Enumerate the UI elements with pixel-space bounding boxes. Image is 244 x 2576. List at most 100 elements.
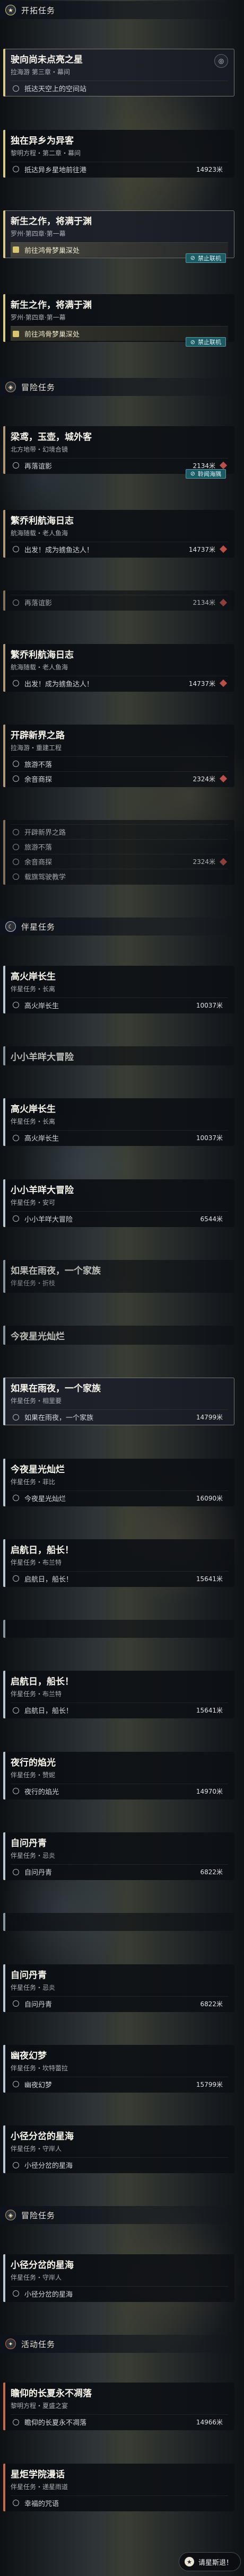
objective-bullet-icon (13, 858, 19, 865)
quest-objective[interactable]: 启航日，船长！ 15641米 (11, 1571, 228, 1586)
objective-distance: 14966米 (196, 2419, 223, 2427)
quest-title: 新生之作，将满于渊 (11, 300, 92, 311)
quest-objective[interactable]: 载旗驾驶教学 (11, 869, 228, 884)
quest-type-bar (3, 426, 5, 474)
quest-objective[interactable]: 抵达异乡星地前往港 14923米 (11, 161, 228, 177)
quest-objective[interactable]: 抵达天空上的空间站 (11, 81, 228, 95)
quest-subtitle: 航海随载・老人鱼海 (11, 663, 68, 671)
quest-list: ★ 开拓任务 驶向尚未点亮之星 拉海游 第三章・幕间 ◎ 抵达天空上的空间站 独在异乡为异客… (0, 0, 244, 2544)
quest-card[interactable]: 独在异乡为异客 黎明方程・第二章・幕间 抵达异乡星地前往港 14923米 (3, 129, 234, 178)
quest-objective[interactable]: 小径分岔的星海 (11, 2157, 228, 2172)
section-header[interactable]: ✦ 活动任务 (0, 2335, 244, 2353)
quest-card[interactable]: 小小羊咩大冒险 (3, 1046, 234, 1065)
quest-card[interactable]: 今夜星光灿烂 (3, 1326, 234, 1345)
quest-objective[interactable]: 小小羊咩大冒险 6544米 (11, 1211, 228, 1226)
quest-subtitle: 罗州·第四章·第一幕 (11, 230, 66, 237)
nav-trailblaze-button[interactable]: ★ 请星斯退！ (178, 2552, 241, 2571)
objective-distance: 15641米 (196, 1707, 223, 1715)
quest-title: 独在异乡为异客 (11, 135, 74, 146)
quest-objective[interactable]: 高火岸长生 10037米 (11, 1130, 228, 1145)
quest-card[interactable]: 如果在雨夜，一个家族 伴星任务・相里要 如果在雨夜，一个家族 14799米 (3, 1378, 234, 1426)
quest-card[interactable]: 如果在雨夜，一个家族 伴星任务・折枝 (3, 1259, 234, 1293)
quest-objective[interactable]: 幽夜幻梦 15799米 (11, 2076, 228, 2092)
objective-distance: 14799米 (196, 1414, 223, 1422)
objective-text: 开辟新界之路 (24, 829, 66, 837)
quest-subtitle: 伴星任务・布兰特 (11, 1690, 62, 1698)
quest-objective[interactable]: 余音商探 2324米 (11, 771, 228, 786)
objective-bullet-icon (13, 1414, 19, 1421)
quest-card[interactable]: 梁鸢，玉壶，城外客 北方地带・幻境合镜 再落谊影 2134米 ⊘ 聆闻海隅 (3, 426, 234, 479)
quest-objective[interactable]: 开辟新界之路 (11, 824, 228, 839)
quest-card[interactable]: 高火岸长生 伴星任务・长离 高火岸长生 10037米 (3, 1098, 234, 1146)
badge-label: 聆闻海隅 (198, 470, 221, 478)
quest-card[interactable]: 启航日，船长！ 伴星任务・布兰特 启航日，船长！ 15641米 (3, 1671, 234, 1719)
objective-check-icon (13, 246, 19, 253)
quest-objective[interactable]: 高火岸长生 10037米 (11, 997, 228, 1012)
quest-objective[interactable]: 余音商探 2324米 (11, 854, 228, 869)
quest-objective[interactable]: 夜行的焰光 14970米 (11, 1783, 228, 1798)
quest-objective[interactable]: 小径分岔的星海 (11, 2286, 228, 2301)
quest-type-bar (3, 1179, 5, 1227)
quest-card[interactable]: 驶向尚未点亮之星 拉海游 第三章・幕间 ◎ 抵达天空上的空间站 (3, 49, 234, 97)
quest-card[interactable]: 今夜星光灿烂 伴星任务・菲比 今夜星光灿烂 16090米 (3, 1458, 234, 1506)
objective-distance: 15641米 (196, 1575, 223, 1583)
quest-title: 高火岸长生 (11, 971, 56, 982)
objective-text: 小径分岔的星海 (24, 2162, 73, 2171)
section-header[interactable]: ☾ 伴星任务 (0, 918, 244, 936)
quest-title: 驶向尚未点亮之星 (11, 55, 83, 66)
quest-title: 繁乔利航海日志 (11, 649, 74, 660)
quest-type-bar (3, 2125, 5, 2174)
quest-type-bar (3, 509, 5, 558)
objective-text: 夜行的焰光 (24, 1788, 59, 1796)
quest-card[interactable]: 瞻仰的长夏永不凋落 黎明方程・夏盛之宴 瞻仰的长夏永不凋落 14966米 (3, 2383, 234, 2431)
quest-card[interactable] (3, 1620, 234, 1638)
quest-type-bar (3, 1378, 5, 1426)
quest-card[interactable]: 新生之作，将满于渊 罗州·第四章·第一幕 前往鸿骨梦巢深处 ⊘ 禁止联机 (3, 210, 234, 263)
quest-card[interactable]: 幽夜幻梦 伴星任务・坎特蕾拉 幽夜幻梦 15799米 (3, 2044, 234, 2093)
quest-card[interactable]: 再落谊影 2134米 (3, 590, 234, 611)
objective-bullet-icon (13, 1495, 19, 1502)
quest-type-bar (3, 1751, 5, 1799)
quest-objective[interactable]: 瞻仰的长夏永不凋落 14966米 (11, 2414, 228, 2429)
quest-type-bar (3, 1832, 5, 1881)
quest-objective[interactable]: 自问丹青 6822米 (11, 1996, 228, 2011)
quest-objective[interactable]: 出发！成为掳鱼达人！ 14737米 (11, 541, 228, 557)
quest-objective[interactable]: 今夜星光灿烂 16090米 (11, 1490, 228, 1505)
quest-card[interactable]: 高火岸长生 伴星任务・长离 高火岸长生 10037米 (3, 965, 234, 1013)
waypoint-marker-icon (219, 462, 228, 470)
quest-card[interactable]: 启航日，船长！ 伴星任务・布兰特 启航日，船长！ 15641米 (3, 1539, 234, 1587)
section-header[interactable]: ◈ 冒险任务 (0, 2206, 244, 2225)
quest-card[interactable]: 繁乔利航海日志 航海随载・老人鱼海 出发！成为掳鱼达人！ 14737米 (3, 509, 234, 558)
objective-text: 小小羊咩大冒险 (24, 1215, 73, 1224)
quest-card[interactable]: 小径分岔的星海 伴星任务・守岸人 小径分岔的星海 (3, 2125, 234, 2174)
quest-objective[interactable]: 旅游不落 (11, 839, 228, 854)
quest-objective[interactable]: 幸福的咒语 (11, 2495, 228, 2510)
quest-card[interactable]: 自问丹青 伴星任务・忌炎 自问丹青 6822米 (3, 1964, 234, 2012)
section-header[interactable]: ◈ 冒险任务 (0, 378, 244, 396)
quest-objective[interactable]: 旅游不落 (11, 756, 228, 771)
quest-objective[interactable]: 自问丹青 6822米 (11, 1864, 228, 1879)
quest-objective[interactable]: 再落谊影 2134米 (11, 595, 228, 610)
quest-card[interactable]: 自问丹青 伴星任务・忌炎 自问丹青 6822米 (3, 1832, 234, 1881)
quest-objective[interactable]: 启航日，船长！ 15641米 (11, 1702, 228, 1717)
quest-title: 幽夜幻梦 (11, 2050, 47, 2061)
quest-card[interactable]: 新生之作，将满于渊 罗州·第四章·第一幕 前往鸿骨梦巢深处 ⊘ 禁止联机 (3, 294, 234, 347)
objective-text: 余音商探 (24, 859, 53, 867)
quest-card[interactable]: 开辟新界之路 拉海游・重建工程 旅游不落 余音商探 2324米 (3, 724, 234, 787)
objective-bullet-icon (13, 546, 19, 553)
section-header[interactable]: ★ 开拓任务 (0, 1, 244, 19)
quest-type-bar (3, 210, 5, 258)
quest-card[interactable]: 夜行的焰光 伴星任务・赞妮 夜行的焰光 14970米 (3, 1751, 234, 1799)
quest-objective[interactable]: 出发！成为掳鱼达人！ 14737米 (11, 675, 228, 691)
quest-card[interactable]: 星炬学院漫话 伴星任务・递星雨道 幸福的咒语 (3, 2463, 234, 2511)
quest-objective[interactable]: 如果在雨夜，一个家族 14799米 (11, 1409, 228, 1424)
quest-card[interactable]: 开辟新界之路旅游不落 余音商探 2324米载旗驾驶教学 (3, 820, 234, 885)
quest-card[interactable]: 小小羊咩大冒险 伴星任务・安可 小小羊咩大冒险 6544米 (3, 1179, 234, 1227)
quest-card[interactable]: 繁乔利航海日志 航海随载・老人鱼海出发！成为掳鱼达人！ 14737米 (3, 643, 234, 692)
objective-text: 如果在雨夜，一个家族 (24, 1414, 94, 1423)
quest-card[interactable]: 小径分岔的星海 伴星任务・守岸人 小径分岔的星海 (3, 2254, 234, 2302)
objective-text: 载旗驾驶教学 (24, 874, 66, 882)
objective-distance: 10037米 (196, 1134, 223, 1142)
quest-card[interactable] (3, 1913, 234, 1931)
objective-bullet-icon (13, 828, 19, 835)
